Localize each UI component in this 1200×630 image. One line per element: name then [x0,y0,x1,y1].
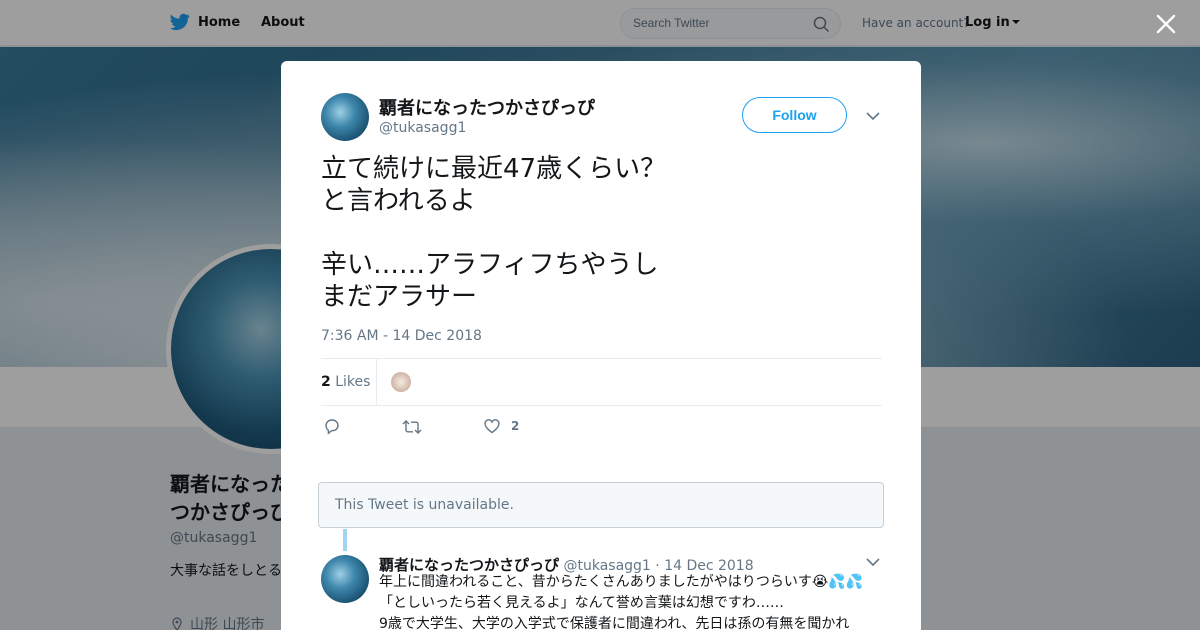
unavailable-tweet-notice: This Tweet is unavailable. [318,482,884,528]
tweet-text-line: 立て続けに最近47歳くらい？ [321,154,667,184]
reply-text-line: 9歳で大学生、大学の入学式で保護者に間違われ、先日は孫の有無を聞かれ [379,616,850,630]
tweet-text-line: まだアラサー [321,282,478,312]
tweet-modal: 覇者になったつかさぴっぴ @tukasagg1 Follow 立て続けに最近47… [281,61,921,630]
reply-author-avatar[interactable] [321,555,369,603]
tweet-text: 立て続けに最近47歳くらい？ と言われるよ 辛い……アラフィフちやうし まだアラ… [321,153,721,313]
close-icon[interactable] [1153,11,1179,37]
likes-count: 2 [321,374,331,390]
likes-label: Likes [335,374,371,390]
retweet-icon[interactable] [402,418,422,436]
follow-button[interactable]: Follow [742,97,847,133]
liker-avatar[interactable] [391,372,411,392]
tweet-author-name[interactable]: 覇者になったつかさぴっぴ [379,94,595,120]
chevron-down-icon[interactable] [866,112,880,121]
chevron-down-icon[interactable] [866,558,880,567]
reply-text: 年上に間違われること、昔からたくさんありましたがやはりつらいす😭💦💦 「としいっ… [379,572,879,630]
tweet-author-handle[interactable]: @tukasagg1 [379,120,466,136]
tweet-stats: 2 Likes [321,358,882,406]
reply-icon[interactable] [323,417,341,435]
reply-text-line: 年上に間違われること、昔からたくさんありましたがやはりつらいす😭💦💦 [379,574,864,590]
tweet-text-line: 辛い……アラフィフちやうし [321,250,659,280]
tweet-text-blank-line [321,217,721,249]
like-action-count: 2 [511,419,520,433]
heart-icon[interactable] [483,417,501,435]
likes-stat[interactable]: 2 Likes [321,374,370,390]
tweet-timestamp: 7:36 AM - 14 Dec 2018 [321,328,482,344]
stats-divider [376,359,377,405]
tweet-text-line: と言われるよ [321,186,476,216]
tweet-author-avatar[interactable] [321,93,369,141]
thread-connector [343,529,347,551]
reply-text-line: 「としいったら若く見えるよ」なんて誉め言葉は幻想ですわ…… [379,595,784,611]
